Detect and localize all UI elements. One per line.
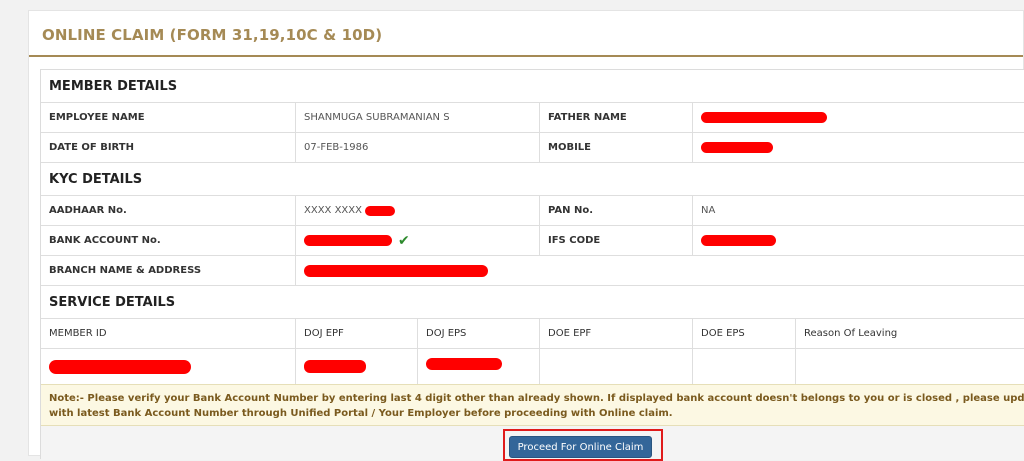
bank-account-row: BANK ACCOUNT No. ✔ IFS CODE bbox=[41, 226, 1024, 256]
mobile-label: MOBILE bbox=[540, 133, 693, 162]
redaction-mark bbox=[701, 235, 776, 246]
pan-label: PAN No. bbox=[540, 196, 693, 225]
note-line-1: Note:- Please verify your Bank Account N… bbox=[49, 393, 1024, 404]
column-header-doe-eps: DOE EPS bbox=[693, 319, 796, 348]
dob-value: 07-FEB-1986 bbox=[296, 133, 540, 162]
claim-details-card: MEMBER DETAILS EMPLOYEE NAME SHANMUGA SU… bbox=[40, 69, 1024, 461]
bank-account-label: BANK ACCOUNT No. bbox=[41, 226, 296, 255]
action-footer: Proceed For Online Claim bbox=[41, 426, 1024, 461]
dob-row: DATE OF BIRTH 07-FEB-1986 MOBILE bbox=[41, 133, 1024, 163]
reason-of-leaving-value bbox=[796, 349, 1024, 384]
branch-row: BRANCH NAME & ADDRESS bbox=[41, 256, 1024, 286]
service-details-header-row: SERVICE DETAILS bbox=[41, 286, 1024, 319]
pan-value: NA bbox=[701, 205, 716, 216]
service-columns-row: MEMBER ID DOJ EPF DOJ EPS DOE EPF DOE EP… bbox=[41, 319, 1024, 349]
ifsc-label: IFS CODE bbox=[540, 226, 693, 255]
member-details-header-row: MEMBER DETAILS bbox=[41, 70, 1024, 103]
check-icon: ✔ bbox=[398, 232, 410, 249]
column-header-member-id: MEMBER ID bbox=[41, 319, 296, 348]
employee-name-value: SHANMUGA SUBRAMANIAN S bbox=[296, 103, 540, 132]
member-details-heading: MEMBER DETAILS bbox=[49, 79, 178, 94]
kyc-details-header-row: KYC DETAILS bbox=[41, 163, 1024, 196]
doj-epf-value bbox=[296, 349, 418, 384]
service-details-heading: SERVICE DETAILS bbox=[49, 295, 176, 310]
column-header-doe-epf: DOE EPF bbox=[540, 319, 693, 348]
table-row bbox=[41, 349, 1024, 384]
aadhaar-masked-text: XXXX XXXX bbox=[304, 205, 362, 216]
aadhaar-label: AADHAAR No. bbox=[41, 196, 296, 225]
dob-label: DATE OF BIRTH bbox=[41, 133, 296, 162]
kyc-details-heading: KYC DETAILS bbox=[49, 172, 143, 187]
title-divider bbox=[29, 55, 1023, 57]
redaction-mark bbox=[304, 235, 392, 246]
proceed-online-claim-button[interactable]: Proceed For Online Claim bbox=[509, 436, 652, 458]
father-name-value bbox=[693, 103, 1024, 132]
father-name-label: FATHER NAME bbox=[540, 103, 693, 132]
employee-name-row: EMPLOYEE NAME SHANMUGA SUBRAMANIAN S FAT… bbox=[41, 103, 1024, 133]
page-title: ONLINE CLAIM (FORM 31,19,10C & 10D) bbox=[42, 26, 383, 44]
doj-eps-value bbox=[418, 349, 540, 384]
redaction-mark bbox=[701, 112, 827, 123]
column-header-doj-eps: DOJ EPS bbox=[418, 319, 540, 348]
note-line-2: with latest Bank Account Number through … bbox=[49, 408, 673, 419]
branch-label: BRANCH NAME & ADDRESS bbox=[41, 256, 296, 285]
redaction-mark bbox=[304, 360, 366, 373]
redaction-mark bbox=[49, 359, 191, 374]
redaction-mark bbox=[426, 357, 502, 370]
doe-eps-value bbox=[693, 349, 796, 384]
column-header-doj-epf: DOJ EPF bbox=[296, 319, 418, 348]
doe-epf-value bbox=[540, 349, 693, 384]
bank-account-value: ✔ bbox=[296, 226, 540, 255]
column-header-reason-of-leaving: Reason Of Leaving bbox=[804, 328, 898, 339]
redaction-mark bbox=[304, 264, 488, 277]
mobile-value bbox=[693, 133, 1024, 162]
member-id-value bbox=[41, 349, 296, 384]
branch-value bbox=[296, 256, 1024, 285]
employee-name-label: EMPLOYEE NAME bbox=[41, 103, 296, 132]
online-claim-panel: ONLINE CLAIM (FORM 31,19,10C & 10D) MEMB… bbox=[28, 10, 1024, 461]
aadhaar-value: XXXX XXXX bbox=[296, 196, 540, 225]
redaction-mark bbox=[701, 142, 773, 153]
redaction-mark bbox=[364, 205, 395, 216]
verification-note: Note:- Please verify your Bank Account N… bbox=[41, 384, 1024, 426]
ifsc-value bbox=[693, 226, 1024, 255]
aadhaar-row: AADHAAR No. XXXX XXXX PAN No. NA bbox=[41, 196, 1024, 226]
